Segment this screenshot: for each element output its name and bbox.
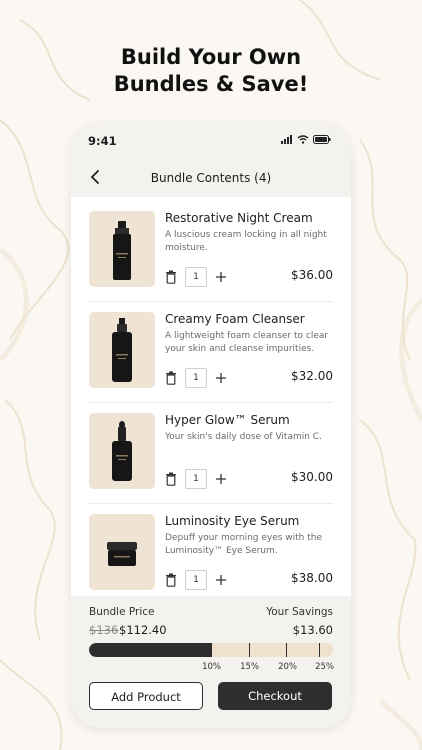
quantity-input[interactable]: 1	[185, 267, 207, 287]
promo-headline: Build Your Own Bundles & Save!	[0, 44, 422, 98]
status-time: 9:41	[88, 134, 117, 148]
product-thumbnail[interactable]	[89, 514, 155, 590]
product-description: A luscious cream locking in all night mo…	[165, 230, 327, 253]
cream-jar-icon	[107, 542, 137, 566]
product-description: Your skin's daily dose of Vitamin C.	[165, 432, 322, 442]
product-thumbnail[interactable]	[89, 413, 155, 489]
product-price: $30.00	[291, 470, 333, 484]
product-name: Luminosity Eye Serum	[165, 514, 300, 528]
tier-label: 20%	[278, 662, 297, 672]
quantity-controls: 1	[165, 570, 227, 590]
plus-icon[interactable]	[215, 271, 227, 283]
product-description: A lightweight foam cleanser to clear you…	[165, 331, 329, 354]
headline-line-1: Build Your Own	[120, 45, 302, 69]
quantity-controls: 1	[165, 469, 227, 489]
tier-tick	[319, 643, 320, 657]
plus-icon[interactable]	[215, 372, 227, 384]
trash-icon[interactable]	[165, 371, 177, 385]
battery-icon	[313, 135, 331, 144]
wifi-icon	[297, 135, 309, 144]
tier-tick	[249, 643, 250, 657]
quantity-input[interactable]: 1	[185, 368, 207, 388]
bundle-item: Restorative Night Cream A luscious cream…	[89, 197, 333, 297]
serum-dropper-icon	[112, 421, 132, 481]
quantity-controls: 1	[165, 368, 227, 388]
bundle-price-label: Bundle Price	[89, 606, 155, 618]
product-thumbnail[interactable]	[89, 211, 155, 287]
quantity-input[interactable]: 1	[185, 469, 207, 489]
phone-screen: 9:41 Bundle Contents (4) Restorative Nig…	[71, 123, 351, 728]
trash-icon[interactable]	[165, 270, 177, 284]
tier-tick	[211, 643, 212, 657]
checkout-button[interactable]: Checkout	[218, 682, 332, 710]
progress-fill	[89, 643, 211, 657]
tier-label: 25%	[315, 662, 334, 672]
product-price: $38.00	[291, 571, 333, 585]
status-bar: 9:41	[71, 123, 351, 159]
system-icons	[281, 135, 331, 144]
tier-label: 10%	[202, 662, 221, 672]
product-thumbnail[interactable]	[89, 312, 155, 388]
product-price: $36.00	[291, 268, 333, 282]
quantity-input[interactable]: 1	[185, 570, 207, 590]
add-product-button[interactable]: Add Product	[89, 682, 203, 710]
bundle-item: Luminosity Eye Serum Depuff your morning…	[89, 500, 333, 600]
product-name: Creamy Foam Cleanser	[165, 312, 305, 326]
quantity-controls: 1	[165, 267, 227, 287]
tier-tick	[286, 643, 287, 657]
savings-value: $13.60	[292, 623, 333, 637]
product-price: $32.00	[291, 369, 333, 383]
savings-label: Your Savings	[266, 606, 333, 618]
bundle-price: $112.40	[119, 623, 167, 637]
page-title: Bundle Contents (4)	[150, 171, 272, 185]
pump-bottle-icon	[112, 318, 132, 382]
dropper-bottle-icon	[113, 221, 131, 280]
trash-icon[interactable]	[165, 573, 177, 587]
product-name: Restorative Night Cream	[165, 211, 313, 225]
headline-line-2: Bundles & Save!	[113, 72, 309, 96]
plus-icon[interactable]	[215, 574, 227, 586]
signal-icon	[281, 135, 292, 144]
product-description: Depuff your morning eyes with the Lumino…	[165, 533, 323, 556]
plus-icon[interactable]	[215, 473, 227, 485]
savings-progress-bar	[89, 643, 333, 657]
bundle-item: Creamy Foam Cleanser A lightweight foam …	[89, 298, 333, 398]
tier-label: 15%	[240, 662, 259, 672]
product-name: Hyper Glow™ Serum	[165, 413, 290, 427]
nav-bar: Bundle Contents (4)	[71, 159, 351, 197]
bundle-summary-footer: Bundle Price Your Savings $136 $112.40 $…	[71, 596, 351, 728]
original-price: $136	[89, 623, 119, 637]
bundle-item: Hyper Glow™ Serum Your skin's daily dose…	[89, 399, 333, 499]
trash-icon[interactable]	[165, 472, 177, 486]
